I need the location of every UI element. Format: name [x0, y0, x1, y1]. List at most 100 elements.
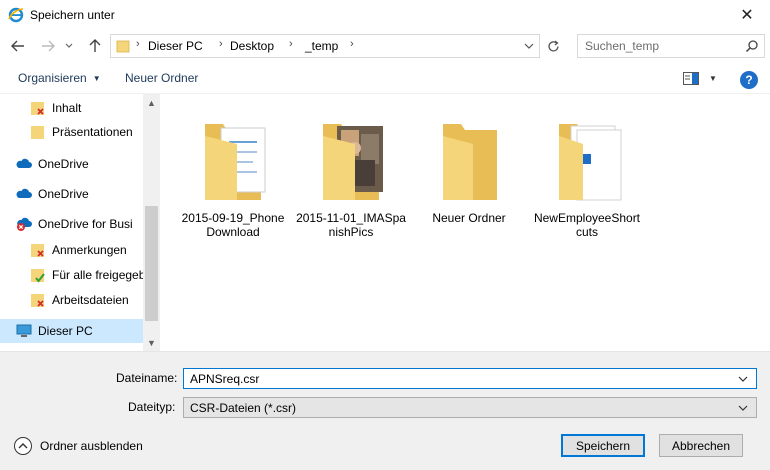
breadcrumb-temp[interactable]: _temp — [305, 39, 338, 53]
chevron-down-icon — [524, 43, 534, 49]
computer-icon — [16, 324, 32, 337]
folder-label: Neuer Ordner — [432, 211, 506, 225]
filetype-select[interactable]: CSR-Dateien (*.csr) — [183, 397, 757, 418]
folder-shortcuts-icon — [559, 124, 622, 201]
arrow-left-icon — [11, 40, 24, 52]
chevron-down-icon — [738, 405, 748, 411]
save-button[interactable]: Speichern — [561, 434, 645, 457]
filetype-label: Dateityp: — [128, 400, 176, 414]
folder-label: NewEmployeeShortcuts — [533, 211, 641, 239]
scroll-thumb[interactable] — [145, 206, 158, 321]
nav-item-onedrive[interactable]: OneDrive — [0, 152, 143, 176]
nav-item-inhalt[interactable]: Inhalt — [0, 96, 143, 120]
nav-item-label: Dieser PC — [38, 324, 93, 338]
address-bar[interactable]: › Dieser PC › Desktop › _temp › — [110, 34, 540, 58]
chevron-down-icon: ▼ — [147, 337, 156, 348]
arrow-right-icon — [42, 40, 55, 52]
search-input[interactable]: Suchen_temp — [577, 34, 765, 58]
cloud-icon — [16, 188, 32, 198]
folder-label: 2015-11-01_IMASpanishPics — [296, 211, 406, 239]
search-icon — [745, 40, 758, 53]
window-title: Speichern unter — [30, 8, 115, 22]
cloud-icon — [16, 158, 32, 168]
filename-label: Dateiname: — [116, 371, 178, 385]
address-row: › Dieser PC › Desktop › _temp › Suchen_t… — [0, 30, 770, 62]
nav-item-praesentationen[interactable]: Präsentationen — [0, 120, 143, 144]
nav-item-label: OneDrive for Busi — [38, 217, 133, 231]
filename-value: APNSreq.csr — [190, 372, 260, 386]
nav-item-label: Arbeitsdateien — [52, 293, 129, 307]
filename-dropdown-button[interactable] — [736, 372, 750, 386]
nav-scrollbar[interactable]: ▲ ▼ — [143, 94, 160, 351]
nav-item-label: Für alle freigegeb — [52, 268, 143, 282]
nav-item-onedrive-business[interactable]: OneDrive for Busi — [0, 212, 143, 236]
chevron-up-circle-icon — [14, 437, 32, 455]
help-button[interactable]: ? — [740, 71, 758, 89]
chevron-down-icon — [65, 43, 73, 48]
caret-down-icon: ▼ — [92, 74, 101, 84]
view-caret-icon[interactable]: ▼ — [709, 74, 717, 83]
hide-folders-toggle[interactable]: Ordner ausblenden — [14, 437, 143, 455]
folder-photos-icon — [323, 124, 383, 200]
nav-item-label: Inhalt — [52, 101, 82, 115]
nav-item-label: OneDrive — [38, 187, 89, 201]
forward-button[interactable] — [38, 37, 58, 55]
folder-error-icon — [31, 102, 44, 115]
nav-item-anmerkungen[interactable]: Anmerkungen — [0, 238, 143, 262]
new-folder-button[interactable]: Neuer Ordner — [125, 71, 198, 85]
nav-item-onedrive-2[interactable]: OneDrive — [0, 182, 143, 206]
folder-tile[interactable]: Neuer Ordner — [414, 114, 524, 225]
hide-folders-label: Ordner ausblenden — [40, 439, 143, 453]
breadcrumb-separator-icon: › — [289, 38, 293, 50]
folder-error-icon — [31, 244, 44, 257]
scroll-down-button[interactable]: ▼ — [143, 334, 160, 351]
breadcrumb-separator-icon: › — [350, 38, 354, 50]
file-list: 2015-09-19_Phone Download 2015-11-01_IMA… — [160, 94, 770, 351]
organize-label: Organisieren — [18, 71, 87, 85]
folder-tile[interactable]: 2015-09-19_Phone Download — [178, 114, 288, 239]
address-dropdown-button[interactable] — [521, 38, 537, 54]
breadcrumb-separator-icon: › — [136, 38, 140, 50]
organize-menu[interactable]: Organisieren ▼ — [18, 71, 101, 85]
nav-item-label: OneDrive — [38, 157, 89, 171]
back-button[interactable] — [8, 37, 28, 55]
nav-item-label: Präsentationen — [52, 125, 133, 139]
breadcrumb-this-pc[interactable]: Dieser PC — [148, 39, 203, 53]
folder-label: 2015-09-19_Phone Download — [181, 211, 285, 239]
chevron-up-icon: ▲ — [147, 97, 156, 108]
title-bar: Speichern unter ✕ — [0, 0, 770, 30]
folder-check-icon — [31, 269, 45, 283]
navigation-pane: Inhalt Präsentationen OneDrive OneDrive … — [0, 94, 160, 351]
nav-item-arbeitsdateien[interactable]: Arbeitsdateien — [0, 288, 143, 312]
search-placeholder: Suchen_temp — [585, 39, 660, 53]
refresh-icon — [547, 39, 559, 51]
scroll-up-button[interactable]: ▲ — [143, 94, 160, 111]
nav-item-shared[interactable]: Für alle freigegeb — [0, 263, 143, 287]
up-button[interactable] — [85, 37, 105, 55]
view-options-icon[interactable] — [683, 72, 699, 85]
cancel-button[interactable]: Abbrechen — [659, 434, 743, 457]
nav-item-this-pc[interactable]: Dieser PC — [0, 319, 143, 343]
internet-explorer-icon — [8, 7, 24, 23]
recent-locations-button[interactable] — [62, 37, 76, 55]
filename-input[interactable]: APNSreq.csr — [183, 368, 757, 389]
command-bar: Organisieren ▼ Neuer Ordner ▼ ? — [0, 62, 770, 94]
filetype-value: CSR-Dateien (*.csr) — [190, 401, 297, 415]
chevron-down-icon — [738, 376, 748, 382]
arrow-up-icon — [89, 39, 101, 52]
filetype-dropdown-button[interactable] — [736, 401, 750, 415]
refresh-button[interactable] — [543, 35, 563, 57]
nav-item-label: Anmerkungen — [52, 243, 127, 257]
folder-icon — [31, 126, 44, 139]
save-panel: Dateiname: APNSreq.csr Dateityp: CSR-Dat… — [0, 351, 770, 470]
breadcrumb-separator-icon: › — [219, 38, 223, 50]
folder-icon — [443, 124, 497, 200]
folder-documents-icon — [205, 124, 266, 200]
folder-error-icon — [31, 294, 44, 307]
cloud-error-icon — [17, 217, 32, 231]
folder-tile[interactable]: NewEmployeeShortcuts — [532, 114, 642, 239]
close-button[interactable]: ✕ — [724, 0, 770, 30]
breadcrumb-desktop[interactable]: Desktop — [230, 39, 274, 53]
folder-tile[interactable]: 2015-11-01_IMASpanishPics — [296, 114, 406, 239]
folder-icon — [116, 40, 130, 53]
